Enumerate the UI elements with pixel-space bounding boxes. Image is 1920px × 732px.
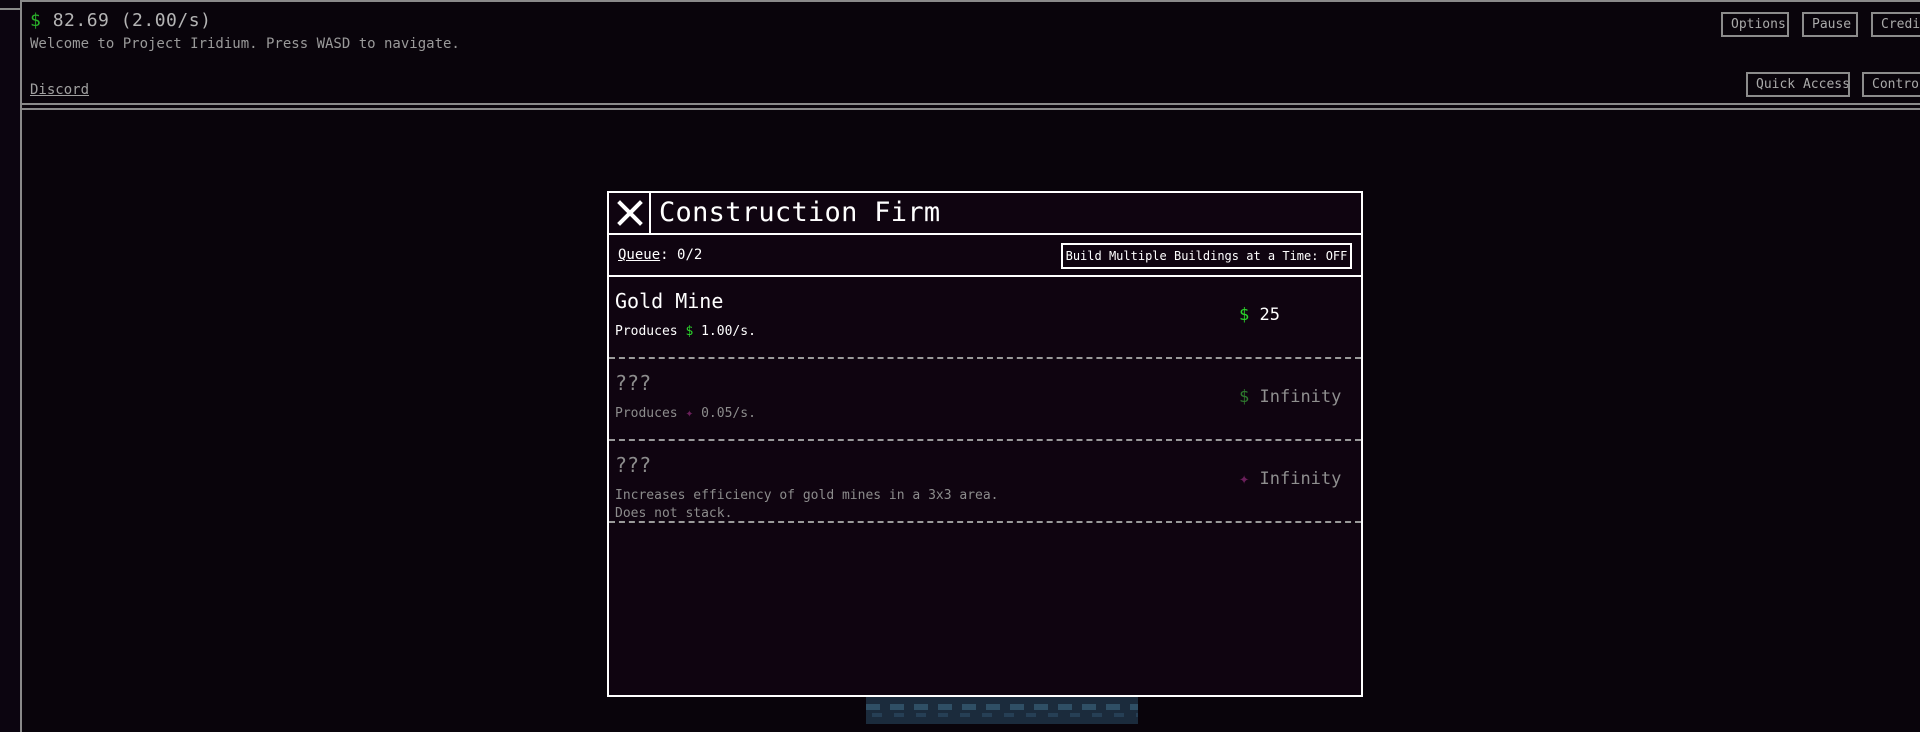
building-description: Produces $ 1.00/s. — [615, 323, 756, 341]
building-item-locked[interactable]: ??? Produces ✦ 0.05/s. $ Infinity — [609, 359, 1361, 441]
queue-row: Queue: 0/2 Build Multiple Buildings at a… — [609, 235, 1361, 277]
map-tiles — [866, 696, 1138, 724]
money-value: 82.69 (2.00/s) — [52, 10, 212, 31]
building-description: Increases efficiency of gold mines in a … — [615, 487, 999, 523]
construction-firm-modal: Construction Firm Queue: 0/2 Build Multi… — [607, 191, 1363, 697]
controls-button[interactable]: Controls — [1862, 72, 1920, 97]
building-cost: ✦ Infinity — [1239, 469, 1341, 489]
queue-link[interactable]: Queue — [618, 247, 660, 263]
left-panel-edge — [0, 0, 22, 732]
money-display: $ 82.69 (2.00/s) — [30, 10, 211, 31]
welcome-message: Welcome to Project Iridium. Press WASD t… — [30, 36, 460, 52]
close-button[interactable] — [609, 193, 651, 233]
cost-value: Infinity — [1259, 387, 1342, 407]
building-name: Gold Mine — [615, 289, 724, 313]
multi-build-toggle[interactable]: Build Multiple Buildings at a Time: OFF — [1061, 243, 1352, 269]
water-tile-row — [872, 713, 1138, 717]
building-item-gold-mine[interactable]: Gold Mine Produces $ 1.00/s. $ 25 — [609, 277, 1361, 359]
description-text: Produces — [615, 324, 686, 339]
pause-button[interactable]: Pause — [1802, 12, 1858, 37]
header-divider — [22, 108, 1920, 110]
description-text: Produces — [615, 406, 686, 421]
description-line: Increases efficiency of gold mines in a … — [615, 488, 999, 503]
building-name: ??? — [615, 453, 652, 477]
modal-title: Construction Firm — [659, 197, 941, 228]
dollar-icon: $ — [1239, 305, 1250, 325]
dollar-icon: $ — [30, 10, 42, 31]
left-panel-notch — [0, 0, 20, 10]
cost-value: Infinity — [1259, 469, 1342, 489]
close-icon — [617, 200, 643, 226]
cost-value: 25 — [1259, 305, 1280, 325]
water-tile-row — [866, 704, 1138, 710]
game-screen: $ 82.69 (2.00/s) Welcome to Project Irid… — [0, 0, 1920, 732]
dollar-icon: $ — [1239, 387, 1250, 407]
top-header: $ 82.69 (2.00/s) Welcome to Project Irid… — [22, 0, 1920, 105]
building-item-locked[interactable]: ??? Increases efficiency of gold mines i… — [609, 441, 1361, 523]
options-button[interactable]: Options — [1721, 12, 1789, 37]
iridium-icon: ✦ — [1239, 469, 1250, 489]
queue-count: : 0/2 — [660, 247, 703, 263]
discord-link[interactable]: Discord — [30, 82, 89, 98]
description-rate: 0.05/s. — [693, 406, 756, 421]
credits-button[interactable]: Credits — [1871, 12, 1920, 37]
quick-access-button[interactable]: Quick Access — [1746, 72, 1850, 97]
description-rate: 1.00/s. — [693, 324, 756, 339]
building-description: Produces ✦ 0.05/s. — [615, 405, 756, 423]
modal-header: Construction Firm — [609, 193, 1361, 235]
building-name: ??? — [615, 371, 652, 395]
queue-status: Queue: 0/2 — [618, 247, 702, 263]
building-cost: $ Infinity — [1239, 387, 1341, 407]
building-cost: $ 25 — [1239, 305, 1280, 325]
description-line: Does not stack. — [615, 506, 733, 521]
